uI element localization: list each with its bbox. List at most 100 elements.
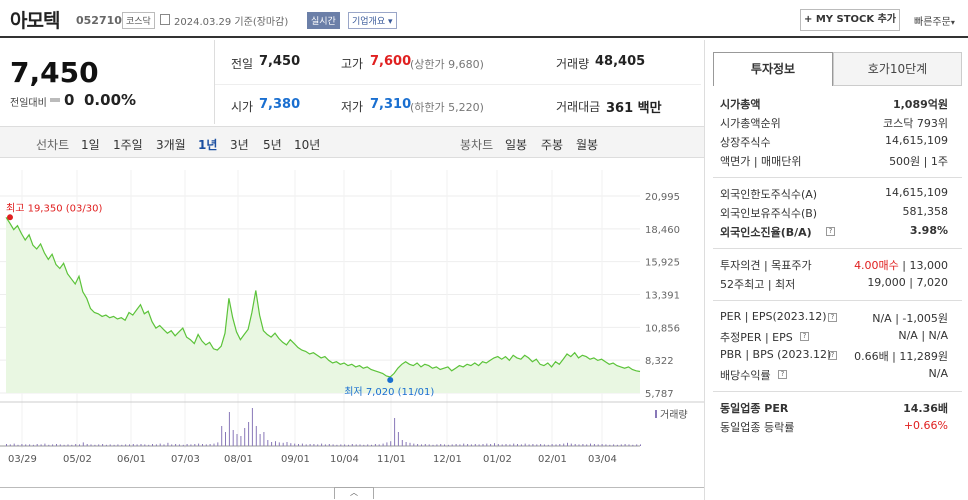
volume-bar bbox=[413, 443, 415, 446]
period-3y[interactable]: 3년 bbox=[230, 136, 249, 153]
candle-monthly[interactable]: 월봉 bbox=[576, 136, 598, 153]
period-10y[interactable]: 10년 bbox=[294, 136, 320, 153]
opinion-value: 4.00매수 bbox=[854, 259, 899, 272]
divider bbox=[713, 300, 962, 301]
volume-bar bbox=[409, 442, 411, 446]
pbr-value: 0.66배 | 11,289원 bbox=[854, 350, 948, 363]
volume-bar bbox=[117, 444, 119, 446]
opinion-row: 투자의견 | 목표주가 4.00매수 | 13,000 bbox=[720, 257, 948, 275]
volume-bar bbox=[125, 444, 127, 446]
volume-bar bbox=[616, 444, 618, 446]
low-label: 저가 bbox=[341, 100, 364, 114]
chevron-down-icon: ▾ bbox=[950, 18, 955, 27]
foreign-hold-row: 외국인보유주식수(B) 581,358 bbox=[720, 205, 948, 223]
open-label: 시가 bbox=[231, 100, 254, 114]
volume-bar bbox=[494, 443, 495, 446]
help-icon[interactable]: ? bbox=[778, 370, 787, 379]
volume-bar bbox=[578, 444, 580, 446]
volume-bar bbox=[271, 442, 273, 446]
industry-per-label[interactable]: 동일업종 PER bbox=[720, 400, 788, 416]
volume-bar bbox=[636, 444, 638, 446]
volume-bar bbox=[570, 443, 572, 446]
x-tick-label: 05/02 bbox=[63, 454, 92, 465]
period-1y[interactable]: 1년 bbox=[198, 136, 217, 153]
volume-bar bbox=[428, 444, 430, 446]
volume-bar bbox=[148, 444, 150, 446]
company-overview-dropdown[interactable]: 기업개요 ▾ bbox=[348, 12, 397, 29]
volume-bar bbox=[17, 444, 19, 446]
tab-hoga-10[interactable]: 호가10단계 bbox=[833, 52, 962, 86]
x-tick-label: 12/01 bbox=[433, 454, 462, 465]
x-tick-label: 01/02 bbox=[483, 454, 512, 465]
volume-bar bbox=[328, 444, 330, 446]
realtime-button[interactable]: 실시간 bbox=[307, 12, 340, 29]
x-tick-label: 10/04 bbox=[330, 454, 359, 465]
y-tick-label: 20,995 bbox=[645, 192, 680, 203]
opinion-label: 투자의견 | 목표주가 bbox=[720, 259, 812, 272]
my-stock-add-button[interactable]: + MY STOCK 추가 bbox=[800, 9, 900, 31]
x-tick-label: 08/01 bbox=[224, 454, 253, 465]
candle-weekly[interactable]: 주봉 bbox=[541, 136, 563, 153]
volume-bar bbox=[202, 444, 203, 446]
volume-bar bbox=[194, 444, 196, 446]
rank-row: 시가총액순위 코스닥 793위 bbox=[720, 115, 948, 133]
volume-bar bbox=[470, 444, 472, 446]
volume-bar bbox=[25, 444, 27, 446]
change-label: 전일대비 bbox=[10, 98, 47, 109]
candle-daily[interactable]: 일봉 bbox=[505, 136, 527, 153]
volume-bar bbox=[267, 440, 269, 446]
opinion-value-group: 4.00매수 | 13,000 bbox=[854, 257, 948, 273]
volume-bar bbox=[359, 444, 361, 446]
tab-invest-info[interactable]: 투자정보 bbox=[713, 52, 833, 86]
help-icon[interactable]: ? bbox=[826, 227, 835, 236]
collapse-chart-button[interactable]: ︿ bbox=[334, 487, 374, 499]
volume-bar bbox=[301, 443, 303, 446]
per-value: N/A | -1,005원 bbox=[872, 312, 948, 325]
volume-bar bbox=[278, 442, 280, 446]
quick-order-dropdown[interactable]: 빠른주문▾ bbox=[914, 13, 955, 28]
volume-bar bbox=[371, 444, 372, 446]
volume-bar bbox=[613, 444, 615, 446]
period-5y[interactable]: 5년 bbox=[263, 136, 282, 153]
volume-bar bbox=[13, 443, 15, 446]
volume-bar bbox=[190, 444, 192, 446]
volume-bar bbox=[324, 444, 326, 446]
volume-bar bbox=[447, 444, 449, 446]
x-tick-label: 03/04 bbox=[588, 454, 617, 465]
x-tick-label: 09/01 bbox=[281, 454, 310, 465]
volume-bar bbox=[44, 443, 46, 446]
volume-bar bbox=[286, 442, 288, 446]
divider bbox=[713, 391, 962, 392]
rank-label[interactable]: 시가총액순위 bbox=[720, 115, 781, 131]
volume-bar bbox=[63, 444, 65, 446]
volume-bar bbox=[363, 444, 365, 446]
shares-value: 14,615,109 bbox=[885, 134, 948, 147]
period-3m[interactable]: 3개월 bbox=[156, 136, 186, 153]
help-icon[interactable]: ? bbox=[828, 313, 837, 322]
volume-bar bbox=[225, 432, 226, 446]
period-1d[interactable]: 1일 bbox=[81, 136, 100, 153]
volume-legend-swatch bbox=[655, 410, 657, 418]
volume-bar bbox=[48, 444, 50, 446]
volume-bar bbox=[459, 444, 461, 446]
volume-bar bbox=[251, 408, 253, 446]
volume-bar bbox=[144, 444, 146, 446]
dividend-row: 배당수익률? N/A bbox=[720, 367, 948, 385]
volume-bar bbox=[75, 444, 77, 446]
industry-rate-label[interactable]: 동일업종 등락률 bbox=[720, 419, 794, 435]
stock-code: 052710 bbox=[76, 14, 122, 27]
est-per-label: 추정PER | EPS bbox=[720, 331, 793, 344]
volume-bar bbox=[478, 444, 480, 446]
volume-bar bbox=[336, 444, 338, 446]
volume-bar bbox=[105, 444, 107, 446]
volume-bar bbox=[609, 444, 611, 446]
volume-bar bbox=[513, 443, 515, 446]
volume-bar bbox=[205, 444, 207, 446]
help-icon[interactable]: ? bbox=[828, 351, 837, 360]
volume-bar bbox=[159, 443, 161, 446]
volume-bar bbox=[298, 444, 299, 446]
period-1w[interactable]: 1주일 bbox=[113, 136, 143, 153]
help-icon[interactable]: ? bbox=[800, 332, 809, 341]
volume-bar bbox=[221, 426, 223, 446]
prev-close-value: 7,450 bbox=[259, 54, 301, 69]
